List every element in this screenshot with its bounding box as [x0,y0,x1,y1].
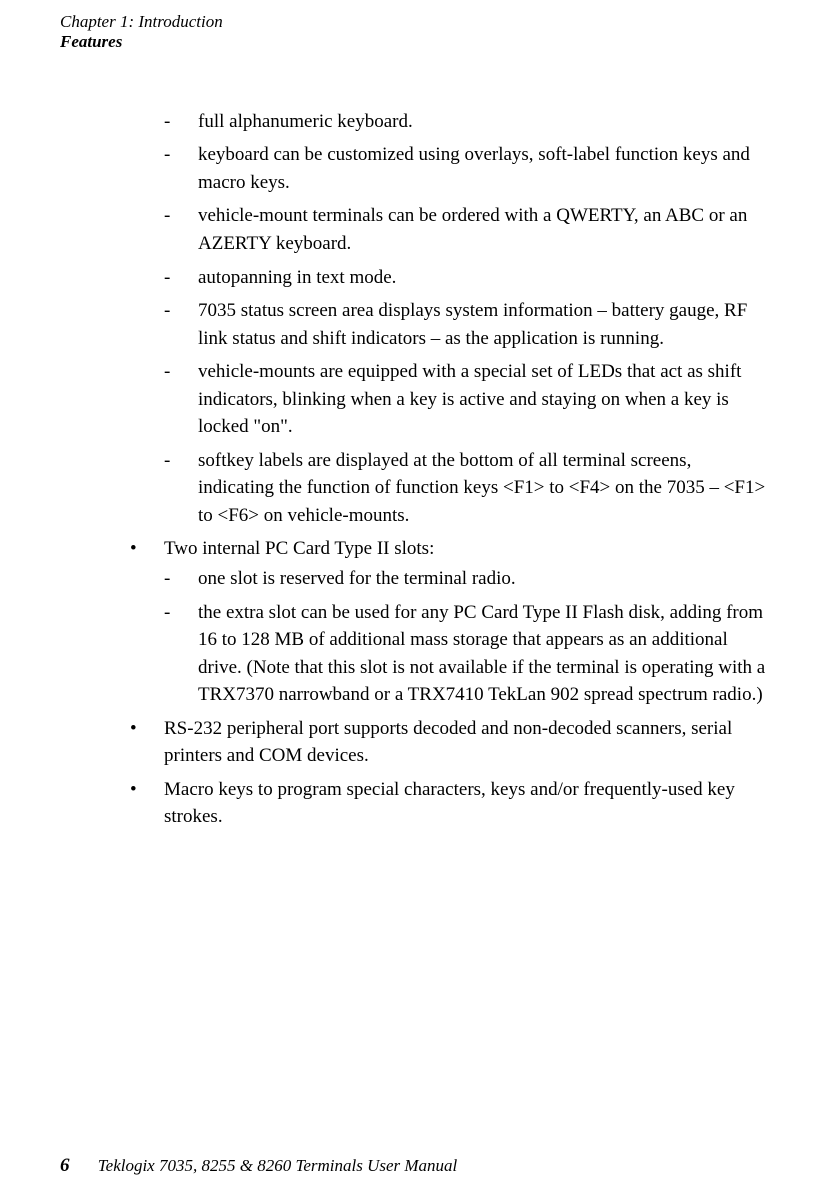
list-text: vehicle-mounts are equipped with a speci… [198,361,741,437]
list-item: Two internal PC Card Type II slots: one … [130,535,767,708]
list-item: vehicle-mounts are equipped with a speci… [164,358,767,441]
list-text: full alphanumeric keyboard. [198,111,413,132]
list-item: keyboard can be customized using overlay… [164,141,767,196]
list-item: vehicle-mount terminals can be ordered w… [164,202,767,257]
continuation-dash-list: full alphanumeric keyboard. keyboard can… [130,108,767,530]
list-text: softkey labels are displayed at the bott… [198,450,765,526]
page-header: Chapter 1: Introduction Features [60,12,767,53]
list-text: 7035 status screen area displays system … [198,300,747,349]
list-item: autopanning in text mode. [164,264,767,292]
list-item: the extra slot can be used for any PC Ca… [164,599,767,709]
list-text: Two internal PC Card Type II slots: [164,538,434,559]
list-text: one slot is reserved for the terminal ra… [198,568,516,589]
bullet-list: Two internal PC Card Type II slots: one … [130,535,767,830]
list-text: vehicle-mount terminals can be ordered w… [198,205,747,254]
body-content: full alphanumeric keyboard. keyboard can… [60,108,767,831]
list-item: 7035 status screen area displays system … [164,297,767,352]
page-number: 6 [60,1155,70,1176]
list-item: full alphanumeric keyboard. [164,108,767,136]
list-text: autopanning in text mode. [198,267,396,288]
page-footer: 6 Teklogix 7035, 8255 & 8260 Terminals U… [0,1155,827,1177]
nested-dash-list: one slot is reserved for the terminal ra… [164,565,767,709]
section-label: Features [60,32,767,52]
list-item: Macro keys to program special characters… [130,776,767,831]
list-item: RS-232 peripheral port supports decoded … [130,715,767,770]
chapter-label: Chapter 1: Introduction [60,12,767,32]
list-item: softkey labels are displayed at the bott… [164,447,767,530]
list-text: Macro keys to program special characters… [164,779,735,828]
list-text: RS-232 peripheral port supports decoded … [164,718,732,767]
list-text: keyboard can be customized using overlay… [198,144,750,193]
footer-title: Teklogix 7035, 8255 & 8260 Terminals Use… [98,1156,458,1175]
list-text: the extra slot can be used for any PC Ca… [198,602,765,706]
list-item: one slot is reserved for the terminal ra… [164,565,767,593]
